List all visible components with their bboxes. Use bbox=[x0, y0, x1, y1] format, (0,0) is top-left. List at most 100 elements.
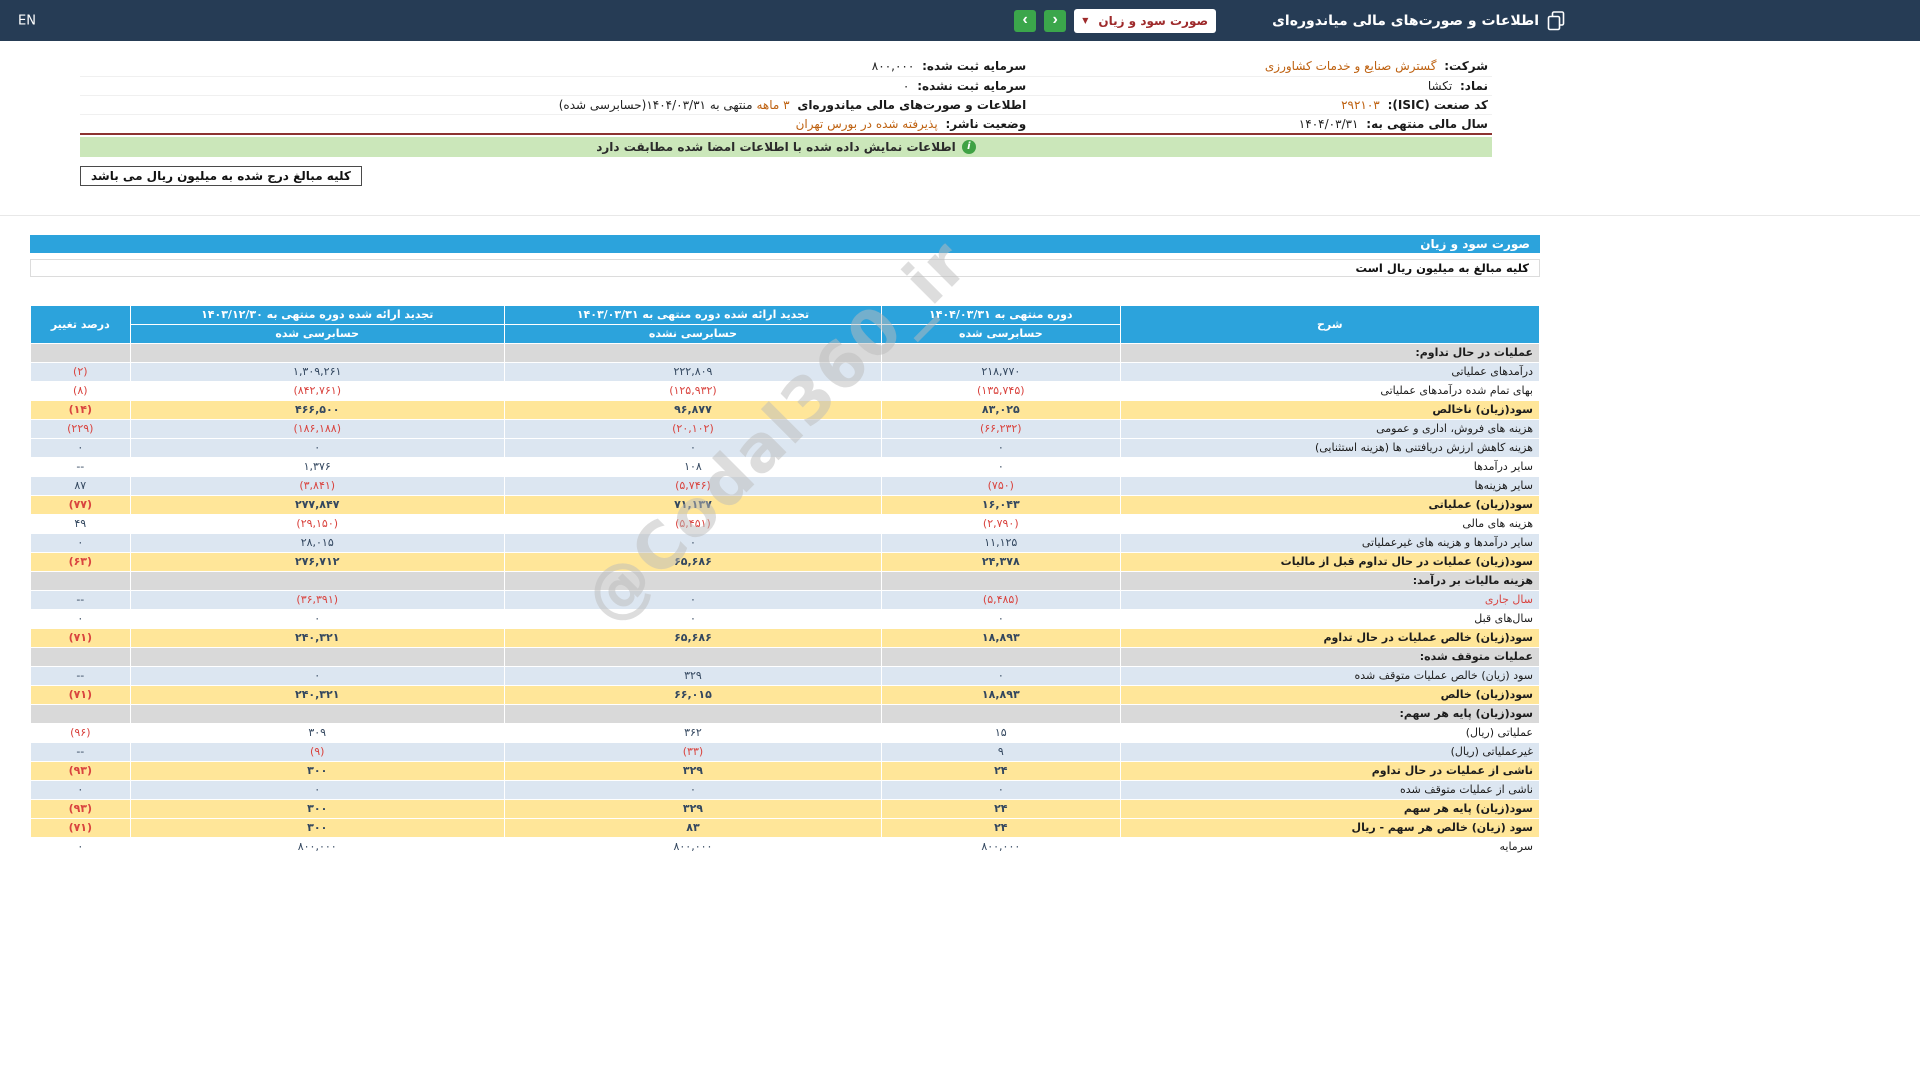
value-cell: (۳۳) bbox=[503, 741, 883, 762]
ticker-symbol-value: تکشا bbox=[1427, 78, 1453, 93]
audit-status-prior-period: حسابرسی نشده bbox=[503, 323, 883, 344]
row-label: سود(زیان) خالص bbox=[1119, 684, 1540, 705]
pct-change-cell: ۰ bbox=[30, 779, 131, 800]
pct-change-cell: ۰ bbox=[30, 437, 131, 458]
value-cell bbox=[503, 646, 883, 667]
table-row: سود(زیان) خالص ۱۸,۸۹۳ ۶۶,۰۱۵ ۲۴۰,۳۲۱ (۷۱) bbox=[30, 684, 1540, 705]
section-divider bbox=[0, 214, 1920, 216]
value-cell: ۹ bbox=[881, 741, 1121, 762]
value-cell: ۰ bbox=[503, 589, 883, 610]
value-cell: ۱۰۸ bbox=[503, 456, 883, 477]
value-cell bbox=[881, 703, 1121, 724]
table-row: سرمایه ۸۰۰,۰۰۰ ۸۰۰,۰۰۰ ۸۰۰,۰۰۰ ۰ bbox=[30, 836, 1540, 857]
row-label: سایر درآمدها و هزینه های غیرعملیاتی bbox=[1119, 532, 1540, 553]
pct-change-cell: (۹۳) bbox=[30, 760, 131, 781]
nav-forward-button[interactable]: ‹ bbox=[1044, 9, 1067, 32]
pct-change-cell: -- bbox=[30, 741, 131, 762]
chevron-left-icon: ‹ bbox=[1052, 10, 1058, 28]
value-cell: ۶۵,۶۸۶ bbox=[503, 551, 883, 572]
value-cell: ۶۵,۶۸۶ bbox=[503, 627, 883, 648]
language-switch-link[interactable]: EN bbox=[18, 13, 36, 28]
value-cell: (۱۳۵,۷۴۵) bbox=[881, 380, 1121, 401]
report-document-icon bbox=[1547, 10, 1565, 31]
table-row: سود(زیان) عملیات در حال تداوم قبل از مال… bbox=[30, 551, 1540, 572]
row-label: سود(زیان) پایه هر سهم bbox=[1119, 798, 1540, 819]
row-label: هزینه مالیات بر درآمد: bbox=[1119, 570, 1540, 591]
value-cell: ۳۰۰ bbox=[129, 798, 505, 819]
table-row: سود(زیان) عملیاتی ۱۶,۰۴۳ ۷۱,۱۳۷ ۲۷۷,۸۴۷ (۷۷) bbox=[30, 494, 1540, 515]
company-info-row: کد صنعت (ISIC): ۲۹۲۱۰۳ اطلاعات و صورت‌ها… bbox=[80, 95, 1492, 115]
row-label: غیرعملیاتی (ریال) bbox=[1119, 741, 1540, 762]
value-cell bbox=[503, 703, 883, 724]
value-cell: ۳۲۹ bbox=[503, 798, 883, 819]
isic-code-value: ۲۹۲۱۰۳ bbox=[1341, 97, 1380, 112]
signed-data-banner: i اطلاعات نمایش داده شده با اطلاعات امضا… bbox=[80, 136, 1492, 157]
top-navigation-bar: اطلاعات و صورت‌های مالی میاندوره‌ای صورت… bbox=[0, 0, 1920, 41]
pct-change-cell: (۹۶) bbox=[30, 722, 131, 743]
row-label: سال جاری bbox=[1119, 589, 1540, 610]
value-cell: ۴۶۶,۵۰۰ bbox=[129, 399, 505, 420]
row-label: ناشی از عملیات در حال تداوم bbox=[1119, 760, 1540, 781]
table-row: درآمدهای عملیاتی ۲۱۸,۷۷۰ ۲۲۲,۸۰۹ ۱,۳۰۹,۲۶۱(… bbox=[30, 361, 1540, 382]
value-cell: (۳۶,۳۹۱) bbox=[129, 589, 505, 610]
value-cell: ۰ bbox=[503, 608, 883, 629]
value-cell: ۰ bbox=[129, 608, 505, 629]
table-row: عملیات متوقف شده: bbox=[30, 646, 1540, 667]
value-cell bbox=[129, 703, 505, 724]
table-row: غیرعملیاتی (ریال) ۹ (۳۳) (۹) -- bbox=[30, 741, 1540, 762]
table-row: سایر درآمدها و هزینه های غیرعملیاتی ۱۱,۱۲… bbox=[30, 532, 1540, 553]
row-label: عملیات در حال تداوم: bbox=[1119, 342, 1540, 363]
amounts-unit-note: کلیه مبالغ درج شده به میلیون ریال می باش… bbox=[80, 165, 362, 186]
value-cell bbox=[503, 570, 883, 591]
unregistered-capital-value: ۰ bbox=[902, 78, 910, 93]
pct-change-cell: (۷۱) bbox=[30, 627, 131, 648]
income-statement-section: صورت سود و زیان کلیه مبالغ به میلیون ریا… bbox=[30, 225, 1540, 857]
value-cell: (۶۶,۲۳۲) bbox=[881, 418, 1121, 439]
income-statement-table: شرح دوره منتهی به ۱۴۰۴/۰۳/۳۱ تجدید ارائه… bbox=[30, 304, 1540, 857]
row-label: درآمدهای عملیاتی bbox=[1119, 361, 1540, 382]
table-row: سود (زیان) خالص هر سهم - ریال ۲۴ ۸۳ ۳۰۰ (۷۱) bbox=[30, 817, 1540, 838]
value-cell: ۱,۳۷۶ bbox=[129, 456, 505, 477]
row-label: سود(زیان) عملیاتی bbox=[1119, 494, 1540, 515]
company-info-table: شرکت: گسترش صنایع و خدمات کشاورزی سرمایه… bbox=[80, 57, 1492, 135]
value-cell: (۹) bbox=[129, 741, 505, 762]
statement-table-body: عملیات در حال تداوم: درآمدهای عملیاتی ۲۱۸,… bbox=[30, 342, 1540, 857]
nav-back-button[interactable]: › bbox=[1014, 9, 1037, 32]
row-label: ناشی از عملیات متوقف شده bbox=[1119, 779, 1540, 800]
value-cell: ۷۱,۱۳۷ bbox=[503, 494, 883, 515]
value-cell bbox=[129, 570, 505, 591]
value-cell bbox=[129, 342, 505, 363]
table-row: ناشی از عملیات متوقف شده ۰ ۰ ۰ ۰ bbox=[30, 779, 1540, 800]
value-cell: ۸۰۰,۰۰۰ bbox=[881, 836, 1121, 857]
pct-change-cell: -- bbox=[30, 589, 131, 610]
value-cell: (۲۰,۱۰۲) bbox=[503, 418, 883, 439]
value-cell: ۰ bbox=[129, 665, 505, 686]
pct-change-cell bbox=[30, 342, 131, 363]
value-cell: ۶۶,۰۱۵ bbox=[503, 684, 883, 705]
info-label: سرمایه ثبت نشده: bbox=[917, 78, 1027, 93]
statement-table-header: شرح دوره منتهی به ۱۴۰۴/۰۳/۳۱ تجدید ارائه… bbox=[30, 304, 1540, 344]
pct-change-cell: ۰ bbox=[30, 532, 131, 553]
table-row: سود(زیان) پایه هر سهم: bbox=[30, 703, 1540, 724]
audit-status-prior-year: حسابرسی شده bbox=[129, 323, 505, 344]
table-row: هزینه های مالی (۲,۷۹۰) (۵,۴۵۱) (۲۹,۱۵۰) ۴۹ bbox=[30, 513, 1540, 534]
pct-change-cell: (۲) bbox=[30, 361, 131, 382]
report-period-value: ۳ ماهه bbox=[756, 97, 790, 112]
table-row: سود(زیان) خالص عملیات در حال تداوم ۱۸,۸۹۳… bbox=[30, 627, 1540, 648]
value-cell bbox=[503, 342, 883, 363]
row-label: عملیاتی (ریال) bbox=[1119, 722, 1540, 743]
value-cell: ۲۴ bbox=[881, 760, 1121, 781]
value-cell: ۰ bbox=[881, 437, 1121, 458]
report-period-suffix: منتهی به ۱۴۰۴/۰۳/۳۱(حسابرسی شده) bbox=[558, 97, 753, 112]
value-cell: (۷۵۰) bbox=[881, 475, 1121, 496]
value-cell: ۳۰۹ bbox=[129, 722, 505, 743]
report-type-select[interactable]: صورت سود و زیان ▼ bbox=[1074, 8, 1217, 33]
value-cell: (۳,۸۴۱) bbox=[129, 475, 505, 496]
pct-change-cell: (۱۴) bbox=[30, 399, 131, 420]
value-cell bbox=[881, 570, 1121, 591]
row-label: سود(زیان) ناخالص bbox=[1119, 399, 1540, 420]
column-header-description: شرح bbox=[1119, 304, 1540, 344]
value-cell: ۱۸,۸۹۳ bbox=[881, 684, 1121, 705]
row-label: هزینه های فروش، اداری و عمومی bbox=[1119, 418, 1540, 439]
pct-change-cell: ۴۹ bbox=[30, 513, 131, 534]
